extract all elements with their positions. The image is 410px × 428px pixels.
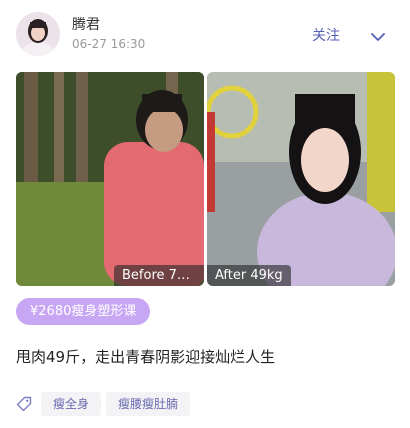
follow-button[interactable]: 关注: [312, 25, 340, 45]
username[interactable]: 腾君: [72, 14, 100, 34]
tag-icon: [16, 396, 32, 412]
topic-tag-full-body[interactable]: 瘦全身: [41, 392, 102, 416]
post-text: 甩肉49斤，走出青春阴影迎接灿烂人生: [16, 348, 276, 366]
after-photo[interactable]: After 49kg: [207, 72, 395, 286]
before-weight-label: Before 73.6...: [114, 265, 204, 286]
avatar[interactable]: [16, 12, 60, 56]
after-weight-label: After 49kg: [207, 265, 291, 286]
course-tag[interactable]: ¥2680瘦身塑形课: [16, 298, 151, 325]
before-photo[interactable]: Before 73.6...: [16, 72, 204, 286]
post-timestamp: 06-27 16:30: [72, 37, 146, 51]
chevron-down-icon[interactable]: [370, 28, 386, 41]
topic-tag-waist-belly[interactable]: 瘦腰瘦肚腩: [106, 392, 191, 416]
